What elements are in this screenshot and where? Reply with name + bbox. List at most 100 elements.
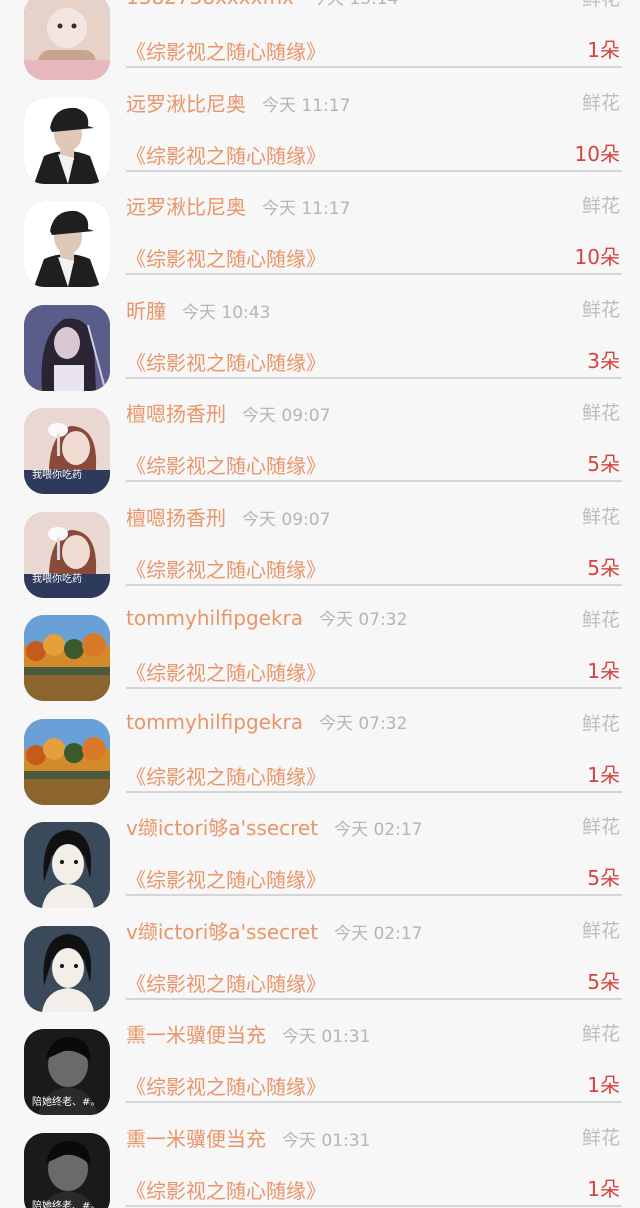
username[interactable]: 熏一米骥便当充 今天 01:31	[126, 1019, 370, 1048]
username[interactable]: 熏一米骥便当充 今天 01:31	[126, 1123, 370, 1152]
row-divider	[126, 376, 622, 379]
row-divider	[126, 997, 622, 1000]
username-text[interactable]: 熏一米骥便当充	[126, 1127, 266, 1151]
flower-count: 5朵	[587, 866, 620, 890]
user-avatar[interactable]	[24, 925, 110, 1012]
work-title-link[interactable]: 《综影视之随心随缘》	[126, 554, 326, 583]
row-divider	[126, 790, 622, 793]
username[interactable]: tommyhilfipgekra 今天 07:32	[126, 605, 407, 630]
autumn-lake-avatar	[24, 718, 110, 805]
gift-type-label: 鲜花	[582, 0, 620, 11]
gift-time: 今天 13:14	[310, 0, 398, 9]
username[interactable]: tommyhilfipgekra 今天 07:32	[126, 709, 407, 734]
username-text[interactable]: 1382738xxxxfhx	[126, 0, 294, 9]
row-divider	[126, 687, 622, 689]
username-text[interactable]: v缬ictori够a'ssecret	[126, 816, 318, 840]
work-title-link[interactable]: 《综影视之随心随缘》	[126, 761, 326, 790]
gift-record-row[interactable]: 陪她终老、#。 熏一米骥便当充 今天 01:31 鲜花《综影视之随心随缘》 1朵	[0, 1005, 640, 1115]
username-text[interactable]: v缬ictori够a'ssecret	[126, 920, 318, 944]
username-text[interactable]: 檀嗯扬香刑	[126, 402, 226, 426]
gift-time: 今天 02:17	[334, 820, 423, 840]
user-avatar[interactable]	[24, 0, 110, 80]
username[interactable]: 远罗湫比尼奥 今天 11:17	[126, 88, 350, 117]
gift-record-row[interactable]: 我喂你吃药 檀嗯扬香刑 今天 09:07 鲜花 《综影视之随心随缘》 5朵	[0, 384, 640, 494]
bw-portrait-avatar: 陪她终老、#。	[24, 1029, 110, 1115]
gift-record-list: 1382738xxxxfhx今天 13:14鲜花《综影视之随心随缘》1朵远罗湫比…	[0, 0, 640, 1208]
username-text[interactable]: tommyhilfipgekra	[126, 710, 303, 734]
gift-record-row[interactable]: 昕朣 今天 10:43 鲜花《综影视之随心随缘》 3朵	[0, 281, 640, 391]
flower-count: 3朵	[587, 348, 620, 373]
gift-record-row[interactable]: tommyhilfipgekra 今天 07:32 鲜花 《综影视之随心随缘》 1朵	[0, 695, 640, 805]
gift-record-row[interactable]: 陪她终老、#。 熏一米骥便当充 今天 01:31 鲜花 《综影视之随心随缘》 1朵	[0, 1109, 640, 1208]
gift-record-row[interactable]: v缬ictori够a'ssecret 今天 02:17 鲜花 《综影视之随心随缘》 5朵	[0, 902, 640, 1012]
gift-type-label: 鲜花	[581, 712, 620, 735]
username[interactable]: v缬ictori够a'ssecret 今天 02:17	[126, 812, 422, 841]
user-avatar[interactable]	[24, 822, 110, 908]
work-title-link[interactable]: 《综影视之随心随缘》	[126, 1071, 326, 1100]
gift-type-label: 鲜花	[581, 609, 620, 631]
row-divider	[126, 169, 622, 172]
work-title-link[interactable]: 《综影视之随心随缘》	[126, 36, 326, 65]
work-title-link[interactable]: 《综影视之随心随缘》	[126, 968, 326, 997]
username[interactable]: 檀嗯扬香刑 今天 09:07	[126, 398, 330, 427]
svg-text:陪她终老、#。: 陪她终老、#。	[32, 1095, 100, 1108]
user-avatar[interactable]: 陪她终老、#。	[24, 1132, 110, 1208]
gift-time: 今天 11:17	[262, 199, 351, 219]
man-black-cap-avatar	[24, 201, 110, 287]
gift-type-label: 鲜花	[581, 505, 620, 528]
man-black-cap-avatar	[24, 97, 110, 184]
row-divider	[126, 480, 622, 482]
gift-time: 今天 10:43	[182, 302, 271, 323]
row-divider	[126, 273, 622, 275]
username[interactable]: 檀嗯扬香刑 今天 09:07	[126, 502, 330, 531]
svg-text:我喂你吃药: 我喂你吃药	[32, 572, 82, 585]
user-avatar[interactable]	[24, 615, 110, 701]
gift-time: 今天 11:17	[262, 95, 351, 116]
dark-hair-illustration-avatar	[24, 822, 110, 908]
row-divider	[126, 894, 622, 896]
gift-type-label: 鲜花	[581, 402, 620, 424]
work-title-link[interactable]: 《综影视之随心随缘》	[126, 140, 326, 169]
flower-count: 1朵	[587, 1073, 620, 1097]
gift-type-label: 鲜花	[581, 1023, 620, 1045]
username-text[interactable]: 熏一米骥便当充	[126, 1023, 266, 1047]
username-text[interactable]: tommyhilfipgekra	[126, 606, 303, 630]
flower-count: 10朵	[574, 141, 620, 166]
row-divider	[126, 66, 622, 68]
autumn-lake-avatar	[24, 615, 110, 701]
username-text[interactable]: 远罗湫比尼奥	[126, 195, 246, 219]
username[interactable]: 昕朣 今天 10:43	[126, 295, 270, 324]
username-text[interactable]: 檀嗯扬香刑	[126, 506, 226, 530]
username[interactable]: 远罗湫比尼奥 今天 11:17	[126, 191, 350, 220]
user-avatar[interactable]: 陪她终老、#。	[24, 1029, 110, 1115]
user-avatar[interactable]	[24, 201, 110, 287]
user-avatar[interactable]: 我喂你吃药	[24, 511, 110, 598]
girl-spoon-avatar: 我喂你吃药	[24, 408, 110, 494]
work-title-link[interactable]: 《综影视之随心随缘》	[126, 657, 326, 686]
username[interactable]: 1382738xxxxfhx 今天 13:14	[126, 0, 398, 9]
work-title-link[interactable]: 《综影视之随心随缘》	[126, 243, 326, 272]
gift-type-label: 鲜花	[581, 298, 620, 321]
gift-record-row[interactable]: 我喂你吃药 檀嗯扬香刑 今天 09:07 鲜花《综影视之随心随缘》 5朵	[0, 488, 640, 598]
flower-count: 5朵	[587, 555, 620, 580]
user-avatar[interactable]	[24, 304, 110, 391]
gift-record-row[interactable]: 远罗湫比尼奥 今天 11:17 鲜花《综影视之随心随缘》 10朵	[0, 74, 640, 184]
row-divider	[126, 1101, 622, 1103]
username[interactable]: v缬ictori够a'ssecret 今天 02:17	[126, 916, 422, 945]
user-avatar[interactable]: 我喂你吃药	[24, 408, 110, 494]
username-text[interactable]: 远罗湫比尼奥	[126, 92, 246, 116]
work-title-link[interactable]: 《综影视之随心随缘》	[126, 864, 326, 893]
work-title-link[interactable]: 《综影视之随心随缘》	[126, 347, 326, 376]
work-title-link[interactable]: 《综影视之随心随缘》	[126, 450, 326, 479]
flower-count: 1朵	[587, 38, 620, 62]
gift-time: 今天 07:32	[319, 610, 408, 630]
gift-record-row[interactable]: tommyhilfipgekra 今天 07:32 鲜花 《综影视之随心随缘》 1朵	[0, 591, 640, 701]
gift-type-label: 鲜花	[581, 91, 620, 114]
gift-record-row[interactable]: v缬ictori够a'ssecret 今天 02:17 鲜花 《综影视之随心随缘》 5朵	[0, 798, 640, 908]
work-title-link[interactable]: 《综影视之随心随缘》	[126, 1175, 326, 1204]
user-avatar[interactable]	[24, 718, 110, 805]
user-avatar[interactable]	[24, 97, 110, 184]
gift-record-row[interactable]: 1382738xxxxfhx 今天 13:14 鲜花《综影视之随心随缘》 1朵	[0, 0, 640, 80]
username-text[interactable]: 昕朣	[126, 299, 166, 323]
gift-record-row[interactable]: 远罗湫比尼奥 今天 11:17 鲜花 《综影视之随心随缘》 10朵	[0, 177, 640, 287]
